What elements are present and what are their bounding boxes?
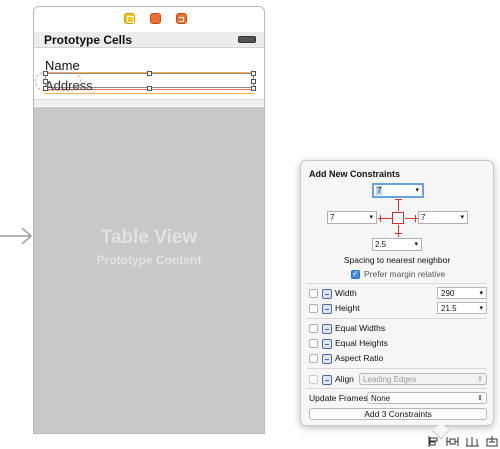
prototype-cells-header: Prototype Cells [34,32,264,48]
width-row[interactable]: Width [309,286,357,300]
bottom-spacing-field[interactable]: 2.5 ▾ [372,238,422,251]
view-controller-icon[interactable] [124,13,135,24]
height-icon [322,303,332,314]
storyboard-scene[interactable]: Prototype Cells Name Address Table View … [33,6,265,434]
update-frames-select[interactable]: None ⇕ [367,392,487,404]
alignment-guide [44,93,254,94]
right-spacing-value: 7 [421,213,426,222]
left-spacing-field[interactable]: 7 ▾ [327,211,377,224]
height-value-field[interactable]: 21.5 ▾ [437,302,487,314]
add-constraints-popover: Add New Constraints 7 ▾ 7 ▾ 7 ▾ 2.5 ▾ Sp… [300,160,494,440]
height-checkbox[interactable] [309,304,318,314]
stepper-arrows-icon[interactable]: ⇕ [477,374,483,385]
resize-handle[interactable] [43,86,48,91]
dropdown-arrow-icon[interactable]: ▾ [369,213,373,221]
align-value: Leading Edges [363,375,417,384]
scene-dock [34,7,264,31]
resize-handle[interactable] [251,71,256,76]
left-spacing-value: 7 [330,213,335,222]
equal-heights-icon [322,338,332,349]
update-frames-value: None [371,394,391,403]
equal-widths-icon [322,323,332,334]
resize-handle[interactable] [147,86,152,91]
equal-widths-checkbox[interactable] [309,324,318,334]
equal-heights-label: Equal Heights [335,338,388,348]
resize-handle[interactable] [43,71,48,76]
right-spacing-field[interactable]: 7 ▾ [418,211,468,224]
strut-cap [380,215,381,222]
prototype-cells-title: Prototype Cells [44,33,133,47]
autolayout-toolbar [426,436,500,449]
constraint-center-box [392,212,404,224]
exit-icon[interactable] [176,13,187,24]
table-view[interactable]: Table View Prototype Content [34,107,264,433]
height-label: Height [335,303,360,313]
bottom-spacing-value: 2.5 [375,240,387,249]
popover-title: Add New Constraints [309,169,401,179]
height-value: 21.5 [441,304,457,313]
resize-handle[interactable] [147,71,152,76]
dropdown-arrow-icon[interactable]: ▾ [479,288,483,299]
first-responder-icon[interactable] [150,13,161,24]
address-label[interactable]: Address [45,78,93,93]
table-view-title: Table View [100,227,198,248]
align-checkbox[interactable] [309,375,318,385]
equal-widths-row[interactable]: Equal Widths [309,321,385,335]
prototype-cell[interactable]: Name Address [34,49,264,99]
aspect-ratio-label: Aspect Ratio [335,353,384,363]
top-strut[interactable] [398,199,399,211]
battery-icon [238,36,256,43]
width-value-field[interactable]: 290 ▾ [437,287,487,299]
pin-icon[interactable] [446,436,459,447]
entry-point-arrow-icon [0,227,33,245]
strut-cap [395,199,402,200]
resolve-icon[interactable] [466,436,479,447]
bottom-strut[interactable] [398,225,399,237]
width-label: Width [335,288,357,298]
aspect-ratio-icon [322,353,332,364]
dropdown-arrow-icon[interactable]: ▾ [460,213,464,221]
table-view-subtitle: Prototype Content [96,253,202,267]
strut-cap [395,233,402,234]
name-label[interactable]: Name [45,58,80,73]
height-row[interactable]: Height [309,301,360,315]
top-spacing-field[interactable]: 7 ▾ [372,183,424,198]
dropdown-arrow-icon[interactable]: ▾ [414,240,418,248]
width-checkbox[interactable] [309,289,318,299]
resize-handle[interactable] [251,86,256,91]
strut-cap [415,215,416,222]
equal-heights-checkbox[interactable] [309,339,318,349]
stepper-arrows-icon[interactable]: ⇕ [477,393,483,404]
dropdown-arrow-icon[interactable]: ▾ [415,186,419,194]
width-icon [322,288,332,299]
equal-heights-row[interactable]: Equal Heights [309,336,388,350]
right-strut[interactable] [405,218,418,219]
prefer-margin-row[interactable]: Prefer margin relative [351,269,446,280]
divider [307,318,487,319]
align-label: Align [335,374,354,384]
resize-handle[interactable] [251,79,256,84]
align-icon[interactable] [428,436,439,447]
prefer-margin-label: Prefer margin relative [364,269,446,279]
dropdown-arrow-icon[interactable]: ▾ [479,303,483,314]
divider [307,388,487,389]
resize-handle[interactable] [43,79,48,84]
aspect-ratio-checkbox[interactable] [309,354,318,364]
aspect-ratio-row[interactable]: Aspect Ratio [309,351,383,365]
prefer-margin-checkbox[interactable] [351,269,360,280]
align-select[interactable]: Leading Edges ⇕ [359,373,487,385]
resizing-icon[interactable] [486,436,498,447]
divider [307,368,487,369]
spacing-caption: Spacing to nearest neighbor [343,255,451,265]
width-value: 290 [441,289,455,298]
align-icon [322,374,332,385]
divider [307,283,487,284]
align-row[interactable]: Align [309,372,354,386]
update-frames-label: Update Frames [309,393,368,403]
cell-separator [34,99,264,106]
add-constraints-button[interactable]: Add 3 Constraints [309,408,487,420]
equal-widths-label: Equal Widths [335,323,386,333]
top-spacing-value: 7 [376,186,383,195]
